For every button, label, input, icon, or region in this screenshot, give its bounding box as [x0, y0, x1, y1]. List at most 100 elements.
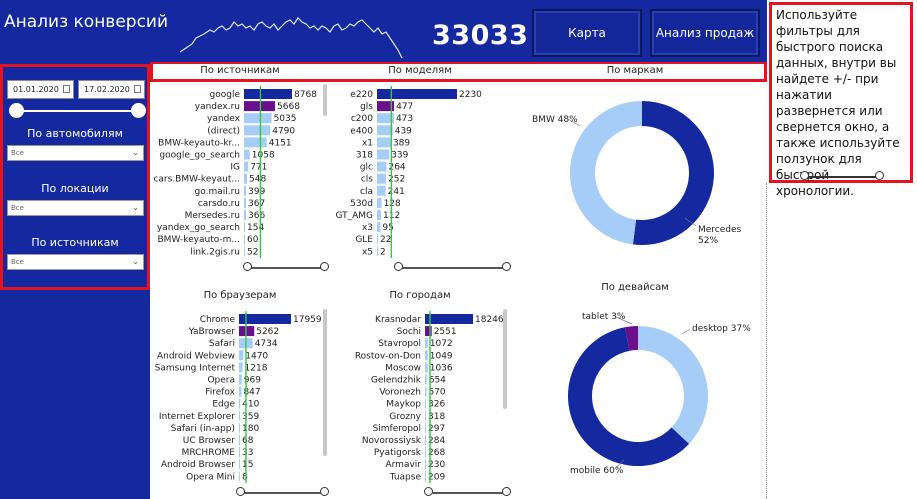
bar[interactable] — [377, 125, 393, 136]
bar[interactable] — [425, 362, 428, 373]
bar[interactable] — [425, 350, 428, 361]
location-filter-select[interactable]: Все ⌄ — [7, 200, 144, 216]
models-slider-end-handle[interactable] — [502, 262, 511, 271]
bar-value-label: 8 — [242, 472, 248, 482]
bar[interactable] — [239, 362, 243, 373]
bar-value-label: 60 — [247, 235, 259, 245]
bar[interactable] — [377, 222, 381, 233]
bar-category-label: Gelendzhik — [371, 376, 422, 386]
bar[interactable] — [244, 246, 245, 257]
donut-slice[interactable] — [570, 101, 642, 245]
bar-category-label: Safari (in-app) — [171, 424, 235, 434]
sales-analysis-button[interactable]: Анализ продаж — [650, 9, 760, 57]
devices-chart-title: По девайсам — [601, 282, 669, 293]
bar[interactable] — [239, 314, 291, 324]
devices-donut-chart: desktop 37% tablet 3% mobile 60% — [568, 312, 751, 476]
bar[interactable] — [244, 113, 272, 124]
calendar-icon[interactable] — [63, 85, 70, 93]
bar-value-label: 68 — [242, 436, 254, 446]
bar[interactable] — [377, 161, 387, 172]
bar[interactable] — [239, 471, 240, 482]
bar[interactable] — [377, 246, 378, 257]
sources-scrollbar[interactable] — [323, 84, 327, 116]
bar[interactable] — [244, 185, 247, 196]
bar[interactable] — [239, 435, 240, 445]
bar-value-label: 1218 — [245, 363, 268, 373]
bar-value-label: 4790 — [272, 126, 295, 136]
bar[interactable] — [377, 173, 387, 184]
cities-range-slider[interactable] — [428, 492, 508, 494]
browsers-range-slider[interactable] — [240, 492, 325, 494]
bar[interactable] — [377, 149, 390, 160]
bar[interactable] — [239, 422, 240, 433]
sources-slider-end-handle[interactable] — [320, 262, 329, 271]
bar-category-label: BMW-keyauto-m... — [158, 235, 241, 245]
models-range-slider[interactable] — [398, 267, 508, 269]
cities-slider-start-handle[interactable] — [424, 487, 433, 496]
bar[interactable] — [377, 185, 386, 196]
bar[interactable] — [244, 149, 250, 160]
bar-value-label: 154 — [247, 223, 264, 233]
bar[interactable] — [239, 459, 240, 470]
bar-category-label: GT_AMG — [335, 211, 373, 221]
bar[interactable] — [239, 386, 242, 397]
bar[interactable] — [377, 137, 391, 148]
info-slider-end-handle[interactable] — [875, 171, 884, 180]
bar[interactable] — [425, 326, 432, 337]
calendar-icon[interactable] — [134, 85, 141, 93]
bar[interactable] — [244, 210, 247, 220]
bar[interactable] — [425, 398, 426, 409]
bar[interactable] — [425, 435, 426, 445]
bar[interactable] — [377, 210, 382, 220]
info-slider-start-handle[interactable] — [800, 171, 809, 180]
bar[interactable] — [377, 197, 382, 208]
bar-value-label: 339 — [391, 151, 408, 161]
cars-filter-select[interactable]: Все ⌄ — [7, 145, 144, 161]
cities-slider-end-handle[interactable] — [502, 487, 511, 496]
bar[interactable] — [377, 234, 378, 245]
bar[interactable] — [425, 314, 473, 324]
date-slider-end-handle[interactable] — [131, 103, 146, 118]
date-slider-start-handle[interactable] — [9, 103, 24, 118]
info-range-slider[interactable] — [804, 176, 880, 178]
bar[interactable] — [244, 125, 271, 136]
bar[interactable] — [244, 101, 276, 112]
bar[interactable] — [244, 137, 267, 148]
date-from-input[interactable]: 01.01.2020 — [7, 80, 74, 99]
bar[interactable] — [425, 471, 426, 482]
bar[interactable] — [244, 197, 247, 208]
bar[interactable] — [425, 422, 426, 433]
bar[interactable] — [239, 374, 242, 385]
help-text: Используйте фильтры для быстрого поиска … — [776, 8, 900, 198]
bar[interactable] — [244, 89, 292, 99]
date-to-input[interactable]: 17.02.2020 — [78, 80, 145, 99]
bar[interactable] — [244, 173, 247, 184]
models-slider-start-handle[interactable] — [394, 262, 403, 271]
donut-slice[interactable] — [632, 101, 715, 245]
bar[interactable] — [239, 350, 244, 361]
bar[interactable] — [239, 398, 241, 409]
sources-slider-start-handle[interactable] — [243, 262, 252, 271]
map-button[interactable]: Карта — [532, 9, 642, 57]
bar[interactable] — [425, 410, 426, 421]
bar-category-label: google — [210, 90, 241, 100]
bar[interactable] — [244, 234, 245, 245]
bar[interactable] — [425, 447, 426, 458]
donut-slice[interactable] — [638, 326, 708, 444]
browsers-scrollbar[interactable] — [323, 309, 327, 456]
bar[interactable] — [377, 89, 457, 99]
browsers-slider-start-handle[interactable] — [236, 487, 245, 496]
browsers-slider-end-handle[interactable] — [320, 487, 329, 496]
cities-scrollbar[interactable] — [503, 309, 507, 409]
bar[interactable] — [244, 161, 249, 172]
sources-filter-select[interactable]: Все ⌄ — [7, 254, 144, 270]
bar[interactable] — [239, 410, 241, 421]
sources-range-slider[interactable] — [247, 267, 325, 269]
bar[interactable] — [425, 338, 428, 349]
bar[interactable] — [425, 459, 426, 470]
date-range-slider[interactable] — [16, 110, 138, 112]
bar[interactable] — [425, 386, 427, 397]
bar[interactable] — [244, 222, 245, 233]
bar[interactable] — [239, 447, 240, 458]
bar[interactable] — [425, 374, 427, 385]
